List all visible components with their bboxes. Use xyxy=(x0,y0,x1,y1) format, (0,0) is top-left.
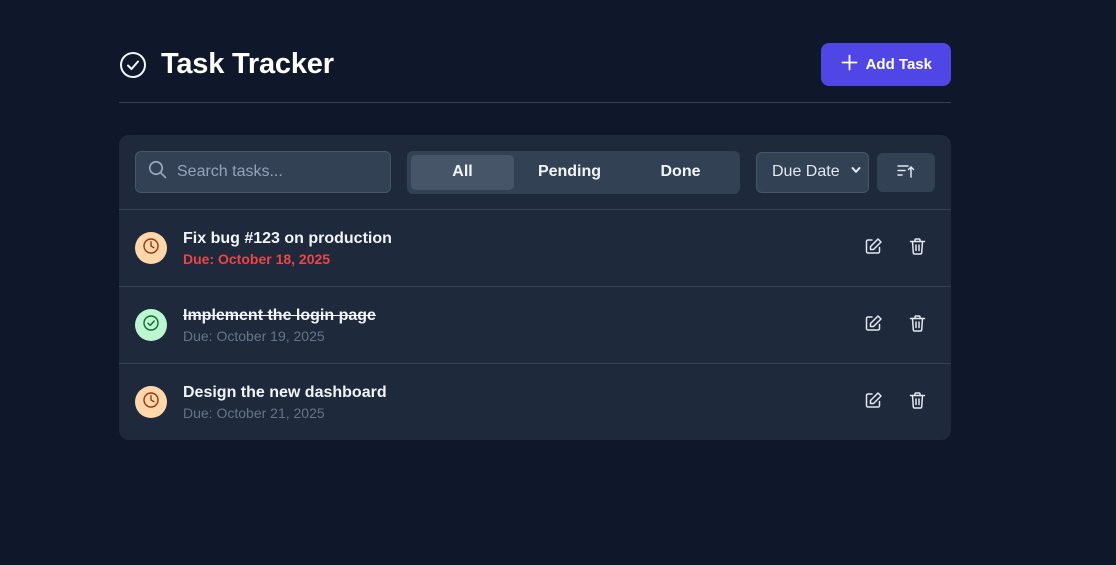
delete-task-button[interactable] xyxy=(907,392,927,412)
filter-done-button[interactable]: Done xyxy=(625,155,736,190)
plus-icon xyxy=(841,54,858,75)
clock-icon xyxy=(142,391,160,414)
page-title: Task Tracker xyxy=(161,48,334,80)
task-title: Design the new dashboard xyxy=(183,383,387,401)
task-actions xyxy=(863,392,927,412)
task-row: Implement the login page Due: October 19… xyxy=(119,287,951,364)
task-due-date: Due: October 18, 2025 xyxy=(183,250,331,267)
filter-group: All Pending Done xyxy=(407,150,740,194)
add-task-label: Add Task xyxy=(865,56,932,73)
search-box[interactable] xyxy=(135,151,391,193)
task-status-toggle[interactable] xyxy=(135,386,167,418)
task-title: Fix bug #123 on production xyxy=(183,229,392,247)
task-due-date: Due: October 21, 2025 xyxy=(183,404,325,421)
task-status-toggle[interactable] xyxy=(135,232,167,264)
edit-task-button[interactable] xyxy=(863,315,883,335)
task-info: Fix bug #123 on production Due: October … xyxy=(183,229,863,268)
edit-icon xyxy=(864,391,883,413)
task-row: Fix bug #123 on production Due: October … xyxy=(119,210,951,287)
chevron-down-icon xyxy=(850,163,862,181)
delete-task-button[interactable] xyxy=(907,315,927,335)
task-title: Implement the login page xyxy=(183,306,376,324)
filter-all-button[interactable]: All xyxy=(411,154,514,190)
task-info: Design the new dashboard Due: October 21… xyxy=(183,383,863,422)
search-input[interactable] xyxy=(177,163,377,181)
edit-task-button[interactable] xyxy=(863,238,883,258)
search-icon xyxy=(148,160,167,184)
task-row: Design the new dashboard Due: October 21… xyxy=(119,364,951,440)
title-group: Task Tracker xyxy=(119,48,334,81)
trash-icon xyxy=(908,237,927,259)
clock-icon xyxy=(142,237,160,260)
sort-ascending-icon xyxy=(896,161,916,184)
check-circle-icon xyxy=(119,51,147,79)
header-divider xyxy=(119,102,951,103)
edit-task-button[interactable] xyxy=(863,392,883,412)
filter-pending-button[interactable]: Pending xyxy=(514,155,625,190)
sort-select-value: Due Date xyxy=(772,163,840,180)
task-due-date: Due: October 19, 2025 xyxy=(183,327,325,344)
header: Task Tracker Add Task xyxy=(119,43,951,86)
check-circle-icon xyxy=(142,314,160,337)
add-task-button[interactable]: Add Task xyxy=(820,43,951,86)
task-info: Implement the login page Due: October 19… xyxy=(183,306,863,345)
trash-icon xyxy=(908,391,927,413)
edit-icon xyxy=(864,314,883,336)
trash-icon xyxy=(908,314,927,336)
task-actions xyxy=(863,315,927,335)
task-actions xyxy=(863,238,927,258)
edit-icon xyxy=(864,237,883,259)
toolbar: All Pending Done Due Date xyxy=(119,135,951,210)
sort-direction-button[interactable] xyxy=(877,152,935,192)
app-container: Task Tracker Add Task Search tasks... Al… xyxy=(119,43,951,440)
sort-select[interactable]: Due Date xyxy=(756,151,869,193)
delete-task-button[interactable] xyxy=(907,238,927,258)
task-status-toggle[interactable] xyxy=(135,309,167,341)
task-card: All Pending Done Due Date xyxy=(119,135,951,440)
